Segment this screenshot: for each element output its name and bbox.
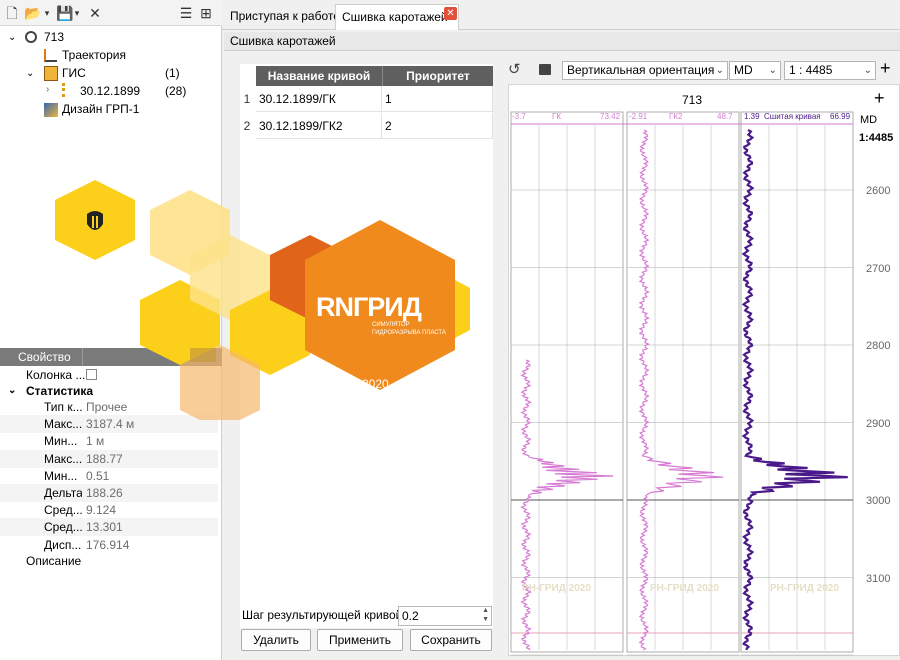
- depth-tick-label: 2700: [866, 262, 891, 275]
- track-header-max: 66.99: [830, 112, 851, 121]
- track-header-min: 1.39: [744, 112, 760, 121]
- track-header-max: 48.7: [717, 112, 733, 121]
- splash-screen: RNГРИД СИМУЛЯТОР ГИДРОРАЗРЫВА ПЛАСТА 202…: [40, 180, 480, 430]
- watermark: РН-ГРИД 2020: [522, 583, 591, 594]
- track-header-max: 73.42: [600, 112, 621, 121]
- track-header-name: Сшитая кривая: [764, 112, 821, 121]
- depth-axis-label: MD: [860, 114, 878, 126]
- depth-tick-label: 2600: [866, 185, 891, 197]
- product-subtitle: ГИДРОРАЗРЫВА ПЛАСТА: [372, 330, 446, 336]
- hexagon-shadow: [190, 348, 216, 362]
- add-curve-icon[interactable]: +: [874, 88, 885, 109]
- splash-year: 2020: [362, 377, 389, 391]
- well-title: 713: [682, 93, 703, 107]
- depth-scale-label: 1:4485: [859, 132, 894, 144]
- watermark: РН-ГРИД 2020: [650, 583, 719, 594]
- track-header-min: -3.7: [512, 112, 526, 121]
- depth-tick-label: 3100: [866, 572, 891, 585]
- log-curve: [741, 129, 848, 651]
- track-header-name: ГК: [552, 112, 561, 121]
- log-curve: [520, 359, 614, 651]
- product-logo-text: RNГРИД: [316, 292, 422, 322]
- track-header-name: ГК2: [669, 112, 683, 121]
- product-subtitle: СИМУЛЯТОР: [372, 322, 410, 328]
- depth-tick-label: 2800: [866, 340, 891, 352]
- depth-tick-label: 2900: [866, 417, 891, 430]
- hexagon-edge: [455, 280, 470, 338]
- watermark: РН-ГРИД 2020: [770, 583, 839, 594]
- depth-tick-label: 3000: [866, 495, 891, 507]
- track-header-min: -2.91: [629, 112, 648, 121]
